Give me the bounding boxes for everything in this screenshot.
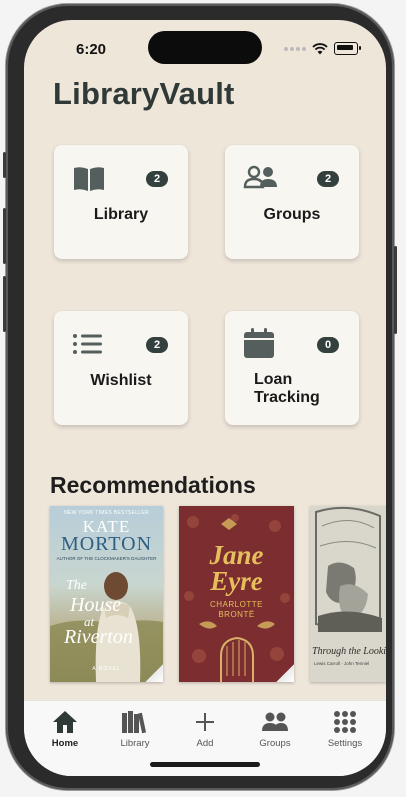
home-indicator — [150, 762, 260, 767]
tab-library[interactable]: Library — [105, 709, 165, 749]
status-icons — [284, 42, 361, 55]
mute-switch — [3, 152, 6, 178]
signal-icon — [284, 46, 306, 51]
phone-frame: 6:20 LibraryVault 2 Library 2 Groups 2 W… — [3, 4, 397, 790]
book-cover-jane-eyre[interactable]: Jane Eyre CHARLOTTE BRONTË — [179, 506, 294, 682]
book-open-icon — [74, 167, 104, 191]
wishlist-card-label: Wishlist — [90, 372, 152, 389]
book-cover-through-the-looking-glass[interactable]: Through the Looking Lewis Carroll · John… — [310, 506, 386, 682]
tab-add-label: Add — [196, 738, 214, 749]
volume-down-button — [3, 276, 6, 332]
library-icon — [122, 711, 147, 734]
loan-tracking-count-badge: 0 — [317, 337, 339, 353]
status-time: 6:20 — [76, 41, 107, 58]
page-curl — [145, 664, 163, 682]
wishlist-card[interactable]: 2 Wishlist — [54, 311, 188, 425]
tab-home[interactable]: Home — [35, 709, 95, 749]
book-caption: Through the Looking — [312, 646, 386, 657]
grid-icon — [334, 711, 356, 733]
dynamic-island — [148, 31, 262, 64]
home-icon — [53, 711, 77, 733]
volume-up-button — [3, 208, 6, 264]
book-title-word-2: House — [70, 594, 122, 616]
page-curl — [276, 664, 294, 682]
book-author: CHARLOTTE BRONTË — [210, 600, 263, 619]
tab-home-label: Home — [51, 738, 79, 749]
app-title: LibraryVault — [53, 76, 235, 111]
book-title-line-2: Eyre — [210, 566, 263, 596]
power-button — [394, 246, 397, 334]
groups-icon — [262, 712, 288, 731]
users-icon — [243, 165, 277, 189]
library-count-badge: 2 — [146, 171, 168, 187]
book-title-word-4: Riverton — [64, 626, 133, 648]
groups-count-badge: 2 — [317, 171, 339, 187]
tab-settings[interactable]: Settings — [315, 709, 375, 749]
list-icon — [73, 334, 102, 354]
battery-icon — [334, 42, 361, 55]
tab-groups-label: Groups — [259, 738, 291, 749]
plus-icon — [196, 713, 214, 731]
status-bar: 6:20 — [24, 20, 386, 72]
library-card[interactable]: 2 Library — [54, 145, 188, 259]
groups-card-label: Groups — [263, 206, 321, 223]
library-card-label: Library — [93, 206, 149, 223]
book-tagline: NEW YORK TIMES BESTSELLER — [64, 510, 149, 516]
wifi-icon — [312, 42, 328, 54]
groups-card[interactable]: 2 Groups — [225, 145, 359, 259]
tab-settings-label: Settings — [327, 738, 363, 749]
book-cover-house-at-riverton[interactable]: NEW YORK TIMES BESTSELLER KATE MORTON AU… — [50, 506, 163, 682]
tab-add[interactable]: Add — [175, 709, 235, 749]
book-credit: Lewis Carroll · John Tenniel — [314, 661, 370, 666]
tab-library-label: Library — [120, 738, 150, 749]
loan-tracking-card-label: Loan Tracking — [254, 371, 320, 406]
book-author-last: MORTON — [60, 533, 153, 555]
tab-groups[interactable]: Groups — [245, 709, 305, 749]
wishlist-count-badge: 2 — [146, 337, 168, 353]
book-title-word-1: The — [66, 578, 87, 593]
calendar-icon — [244, 328, 274, 358]
loan-tracking-card[interactable]: 0 Loan Tracking — [225, 311, 359, 425]
book-title-line-1: Jane — [209, 540, 264, 570]
recommendations-heading: Recommendations — [50, 472, 256, 498]
screen: 6:20 LibraryVault 2 Library 2 Groups 2 W… — [24, 20, 386, 776]
book-subtitle: AUTHOR OF THE CLOCKMAKER'S DAUGHTER — [56, 556, 157, 561]
